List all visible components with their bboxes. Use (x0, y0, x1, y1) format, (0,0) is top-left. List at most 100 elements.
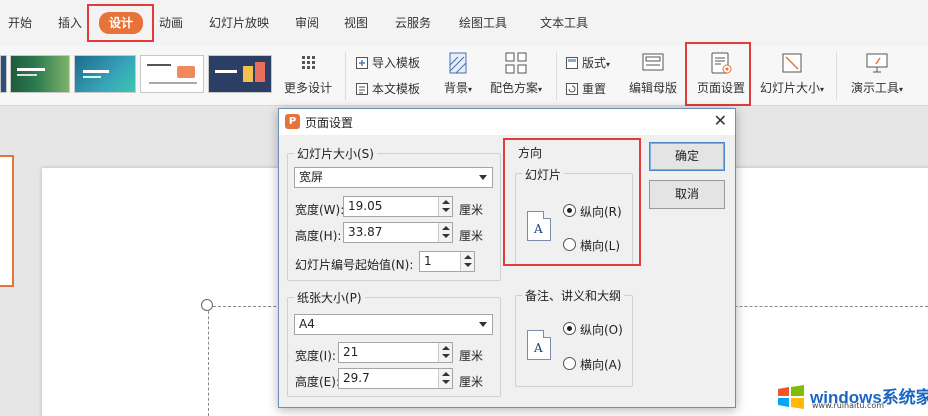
notes-landscape-label: 横向(A) (580, 358, 622, 372)
import-template-icon (355, 56, 369, 70)
spin-up-icon[interactable] (442, 200, 450, 204)
layout-label: 版式 (582, 56, 607, 70)
height-label: 高度(H): (295, 229, 342, 243)
presenter-tools-button[interactable]: 演示工具▾ (845, 50, 909, 104)
template-thumbnail[interactable] (74, 55, 136, 93)
edit-master-icon (640, 50, 666, 76)
paper-width-unit: 厘米 (459, 349, 484, 363)
slides-landscape-label: 横向(L) (580, 239, 621, 253)
height-value: 33.87 (348, 225, 383, 239)
template-thumbnail[interactable] (208, 55, 272, 93)
tab-text-tools[interactable]: 文本工具 (540, 13, 588, 33)
resize-handle[interactable] (201, 299, 213, 311)
spin-up-icon[interactable] (442, 346, 450, 350)
slides-portrait-radio[interactable] (563, 204, 576, 217)
spin-down-icon[interactable] (464, 263, 472, 267)
design-toolbar: 更多设计 导入模板 本文模板 背景▾ 配色方案▾ 版式▾ 重置 编辑母版 页面设… (0, 46, 928, 106)
tab-insert[interactable]: 插入 (58, 13, 82, 33)
paper-size-group-label: 纸张大小(P) (294, 289, 365, 306)
template-thumbnail[interactable] (140, 55, 204, 93)
slide-size-group-label: 幻灯片大小(S) (294, 145, 377, 162)
close-icon[interactable]: ✕ (714, 111, 727, 130)
notes-subgroup-label: 备注、讲义和大纲 (522, 287, 625, 304)
color-scheme-button[interactable]: 配色方案▾ (486, 50, 546, 104)
notes-portrait-radio[interactable] (563, 322, 576, 335)
dialog-titlebar[interactable]: P 页面设置 ✕ (279, 109, 735, 135)
watermark: windows系统家园 www.ruihaitu.com (776, 382, 928, 414)
page-setup-dialog: P 页面设置 ✕ 幻灯片大小(S) 宽屏 宽度(W): 19.05 厘米 高度(… (278, 108, 736, 408)
page-setup-label: 页面设置 (696, 81, 745, 95)
toolbar-divider (345, 52, 346, 100)
height-stepper[interactable]: 33.87 (343, 222, 453, 243)
more-designs-label: 更多设计 (283, 81, 332, 95)
width-value: 19.05 (348, 199, 383, 213)
wps-presentation-icon: P (285, 114, 300, 129)
layout-button[interactable]: 版式▾ (565, 54, 610, 71)
paper-width-stepper[interactable]: 21 (338, 342, 453, 363)
color-scheme-label: 配色方案▾ (489, 81, 543, 95)
tab-drawing-tools[interactable]: 绘图工具 (459, 13, 507, 33)
edit-master-button[interactable]: 编辑母版 (626, 50, 680, 104)
spin-up-icon[interactable] (464, 255, 472, 259)
paper-height-unit: 厘米 (459, 375, 484, 389)
ribbon-tab-bar: 开始 插入 设计 动画 幻灯片放映 审阅 视图 云服务 绘图工具 文本工具 (0, 0, 928, 46)
slides-landscape-radio[interactable] (563, 238, 576, 251)
width-stepper[interactable]: 19.05 (343, 196, 453, 217)
tab-home[interactable]: 开始 (8, 13, 32, 33)
chevron-down-icon (479, 175, 487, 180)
template-thumbnail[interactable] (10, 55, 70, 93)
windows-logo-icon (776, 384, 806, 410)
text-template-button[interactable]: 本文模板 (355, 80, 420, 97)
reset-button[interactable]: 重置 (565, 80, 606, 97)
paper-height-label: 高度(E): (295, 375, 340, 389)
background-button[interactable]: 背景▾ (436, 50, 480, 104)
slide-size-button[interactable]: 幻灯片大小▾ (756, 50, 828, 104)
slide-thumbnail-selected[interactable] (0, 155, 14, 287)
template-thumbnail[interactable] (0, 55, 7, 93)
spin-down-icon[interactable] (442, 354, 450, 358)
toolbar-divider (556, 52, 557, 100)
paper-size-select[interactable]: A4 (294, 314, 493, 335)
paper-size-value: A4 (299, 317, 315, 331)
slide-size-label: 幻灯片大小▾ (759, 81, 825, 95)
paper-height-stepper[interactable]: 29.7 (338, 368, 453, 389)
slides-portrait-label: 纵向(R) (580, 205, 622, 219)
portrait-document-icon: A (527, 330, 551, 360)
background-label: 背景▾ (443, 81, 473, 95)
tab-slideshow[interactable]: 幻灯片放映 (209, 13, 269, 33)
more-designs-button[interactable]: 更多设计 (279, 50, 337, 104)
slide-size-value: 宽屏 (299, 170, 324, 184)
ok-button[interactable]: 确定 (649, 142, 725, 171)
start-number-stepper[interactable]: 1 (419, 251, 475, 272)
spin-down-icon[interactable] (442, 234, 450, 238)
paper-width-label: 宽度(I): (295, 349, 336, 363)
tab-animation[interactable]: 动画 (159, 13, 183, 33)
reset-label: 重置 (582, 82, 607, 96)
cancel-button[interactable]: 取消 (649, 180, 725, 209)
start-number-value: 1 (424, 254, 432, 268)
paper-height-value: 29.7 (343, 371, 370, 385)
width-unit: 厘米 (459, 203, 484, 217)
tab-review[interactable]: 审阅 (295, 13, 319, 33)
tab-cloud[interactable]: 云服务 (395, 13, 431, 33)
tab-design[interactable]: 设计 (99, 12, 144, 34)
notes-landscape-radio[interactable] (563, 357, 576, 370)
slides-subgroup-label: 幻灯片 (522, 166, 565, 183)
spin-up-icon[interactable] (442, 226, 450, 230)
layout-icon (565, 56, 579, 70)
slide-size-select[interactable]: 宽屏 (294, 167, 493, 188)
page-setup-button[interactable]: 页面设置 (694, 50, 748, 104)
page-setup-icon (708, 50, 734, 76)
spin-down-icon[interactable] (442, 380, 450, 384)
slide-size-icon (779, 50, 805, 76)
height-unit: 厘米 (459, 229, 484, 243)
import-template-button[interactable]: 导入模板 (355, 54, 420, 71)
orientation-group-label: 方向 (515, 144, 546, 161)
placeholder-border (208, 306, 209, 416)
tab-view[interactable]: 视图 (344, 13, 368, 33)
spin-down-icon[interactable] (442, 208, 450, 212)
background-icon (445, 50, 471, 76)
spin-up-icon[interactable] (442, 372, 450, 376)
grid-icon (295, 50, 321, 76)
reset-icon (565, 82, 579, 96)
